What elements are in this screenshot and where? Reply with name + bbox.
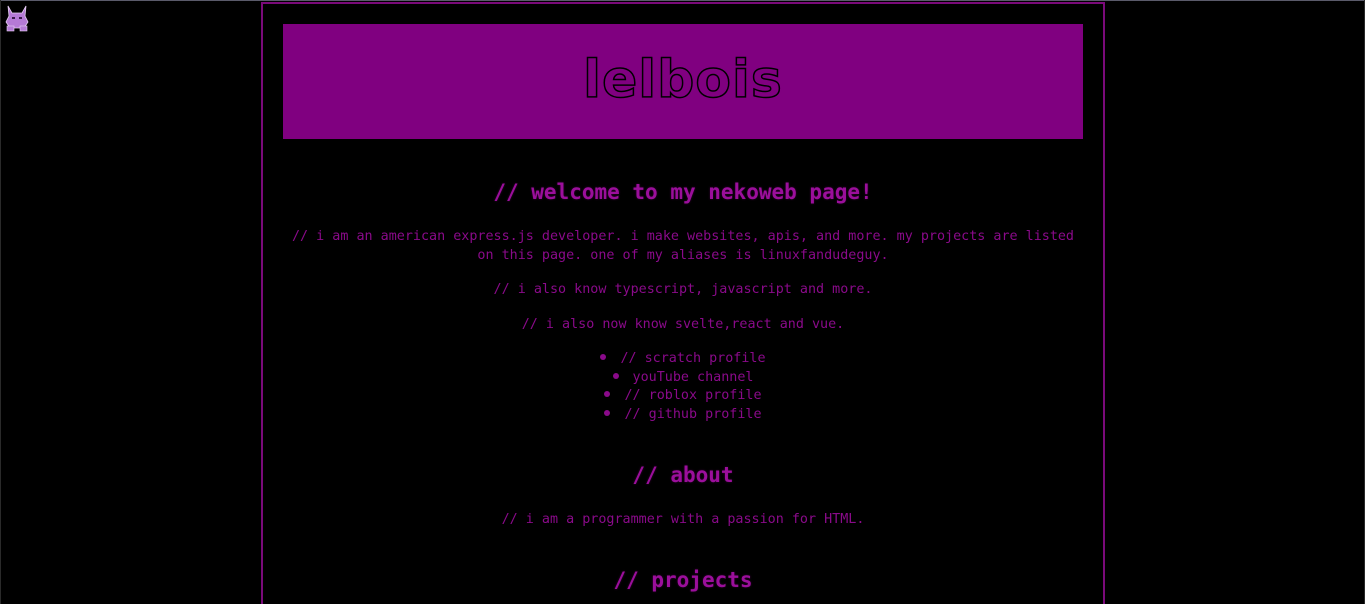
bullet-icon	[604, 391, 611, 397]
profile-links-list: // scratch profile youTube channel // ro…	[263, 350, 1103, 424]
cat-icon[interactable]	[4, 4, 30, 32]
about-text: // i am a programmer with a passion for …	[501, 512, 865, 527]
roblox-profile-link[interactable]: // roblox profile	[624, 388, 761, 403]
youtube-channel-link[interactable]: youTube channel	[633, 370, 754, 385]
site-title: lelbois	[582, 49, 783, 110]
scratch-profile-link[interactable]: // scratch profile	[620, 351, 765, 366]
list-item: // github profile	[263, 406, 1103, 425]
list-item: youTube channel	[263, 369, 1103, 388]
top-border	[0, 0, 1365, 1]
header-banner: lelbois	[283, 24, 1083, 139]
projects-heading: // projects	[613, 568, 753, 592]
welcome-heading: // welcome to my nekoweb page!	[493, 180, 873, 204]
bullet-icon	[600, 354, 607, 360]
also-know-text: // i also know typescript, javascript an…	[493, 282, 873, 297]
also-now-text: // i also now know svelte,react and vue.	[521, 317, 845, 332]
bullet-icon	[604, 409, 611, 416]
left-edge	[0, 0, 1, 604]
main-container: lelbois // welcome to my nekoweb page! /…	[261, 2, 1105, 604]
about-heading: // about	[632, 463, 734, 487]
github-profile-link[interactable]: // github profile	[624, 407, 761, 422]
intro-text: // i am an american express.js developer…	[292, 229, 1074, 263]
bullet-icon	[612, 372, 619, 379]
list-item: // scratch profile	[263, 350, 1103, 369]
list-item: // roblox profile	[263, 387, 1103, 406]
